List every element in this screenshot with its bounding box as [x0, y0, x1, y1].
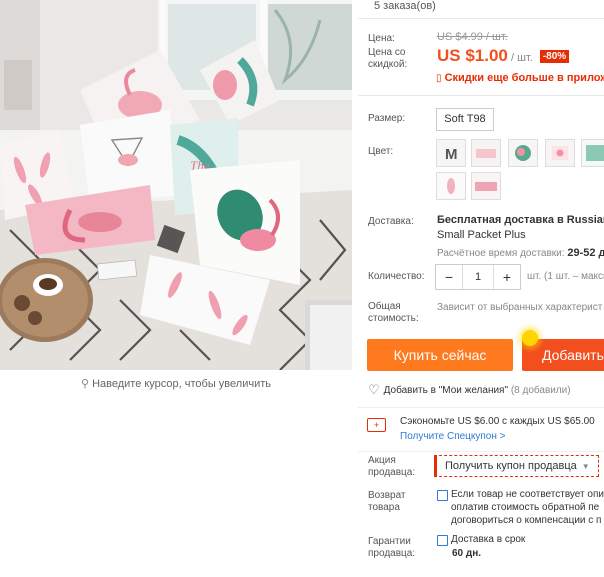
seller-coupon-dropdown[interactable]: Получить купон продавца ▼ — [434, 455, 599, 477]
calendar-icon — [437, 535, 448, 546]
guarantee-days: 60 дн. — [452, 548, 482, 559]
guarantee-text: Доставка в срок — [451, 534, 526, 545]
divider — [358, 18, 604, 19]
buy-now-button[interactable]: Купить сейчас — [367, 339, 513, 371]
return-policy-line-2: оплатив стоимость обратной пе — [451, 502, 600, 513]
discount-price-label: Цена со скидкой: — [368, 47, 408, 70]
quantity-increase-button[interactable]: + — [494, 269, 520, 285]
svg-text:M: M — [445, 146, 458, 163]
seller-promo-label: Акция продавца: — [368, 455, 416, 478]
color-swatch-4[interactable] — [545, 139, 575, 167]
product-info-panel: 5 заказа(ов) Цена: US $4.99 / шт. Цена с… — [358, 0, 604, 577]
phone-icon: ▯ — [436, 73, 442, 84]
color-swatch-5[interactable] — [581, 139, 604, 167]
quantity-decrease-button[interactable]: − — [436, 269, 462, 285]
color-swatch-1[interactable]: M — [436, 139, 466, 167]
size-label: Размер: — [368, 113, 406, 124]
magnifier-icon: ⚲ — [81, 378, 90, 390]
quantity-stepper: − 1 + — [435, 264, 521, 290]
price-block: US $1.00 / шт. -80% — [437, 46, 570, 66]
zoom-hint: ⚲ Наведите курсор, чтобы увеличить — [81, 378, 271, 390]
quantity-note: шт. (1 шт. – макси — [527, 271, 604, 282]
old-price: US $4.99 / шт. — [437, 31, 508, 43]
coupon-banner: + Сэкономьте US $6.00 с каждых US $65.00… — [358, 407, 604, 452]
color-swatch-3[interactable] — [508, 139, 538, 167]
return-policy-line-1: Если товар не соответствует опи — [451, 489, 604, 500]
color-swatch-7[interactable] — [471, 172, 501, 200]
get-coupon-link[interactable]: Получите Спецкупон > — [400, 431, 506, 442]
color-label: Цвет: — [368, 146, 394, 157]
color-swatch-6[interactable] — [436, 172, 466, 200]
chevron-down-icon: ▼ — [581, 462, 590, 471]
color-swatch-2[interactable] — [471, 139, 501, 167]
return-icon — [437, 490, 448, 501]
discount-badge: -80% — [539, 50, 570, 63]
quantity-label: Количество: — [368, 271, 425, 282]
delivery-estimate: Расчётное время доставки: 29-52 д — [437, 247, 604, 259]
current-price: US $1.00 — [437, 46, 508, 65]
guarantee-label: Гарантии продавца: — [368, 536, 416, 559]
total-value: Зависит от выбранных характерист — [437, 302, 603, 313]
orders-count: 5 заказа(ов) — [374, 0, 436, 12]
app-promo[interactable]: ▯ Скидки еще больше в приложен — [436, 72, 604, 84]
return-label: Возврат товара — [368, 490, 406, 513]
heart-icon: ♡ — [368, 382, 380, 397]
add-to-wishlist-link[interactable]: ♡ Добавить в "Мои желания" (8 добавили) — [368, 382, 571, 398]
product-photo-illustration: The — [0, 0, 352, 370]
price-label: Цена: — [368, 33, 395, 44]
shipping-method[interactable]: Small Packet Plus — [437, 229, 526, 241]
cursor-highlight — [522, 330, 538, 346]
quantity-input[interactable]: 1 — [462, 265, 494, 289]
coupon-icon: + — [367, 418, 386, 432]
price-unit: / шт. — [510, 52, 533, 64]
product-main-image[interactable]: The — [0, 0, 352, 370]
size-option-soft-t98[interactable]: Soft T98 — [436, 108, 494, 131]
shipping-main: Бесплатная доставка в Russian Fe — [437, 214, 604, 226]
return-policy-line-3: договориться о компенсации с п — [451, 515, 602, 526]
total-label: Общая стоимость: — [368, 301, 419, 324]
coupon-text: Сэкономьте US $6.00 с каждых US $65.00 — [400, 416, 595, 427]
divider — [358, 95, 604, 96]
shipping-label: Доставка: — [368, 216, 414, 227]
